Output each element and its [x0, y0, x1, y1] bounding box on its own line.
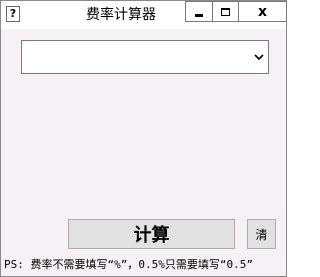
chevron-down-icon — [254, 54, 264, 61]
window-title: 费率计算器 — [86, 7, 156, 23]
calculate-button[interactable]: 计算 — [68, 219, 235, 249]
title-bar[interactable]: ? 费率计算器 x — [1, 1, 287, 29]
close-icon: x — [257, 3, 268, 20]
app-icon[interactable]: ? — [6, 6, 20, 22]
rate-select-dropdown[interactable] — [21, 40, 269, 74]
maximize-icon — [221, 7, 230, 16]
maximize-button[interactable] — [212, 1, 239, 22]
clear-button[interactable]: 清 — [247, 219, 276, 249]
close-button[interactable]: x — [238, 1, 287, 22]
app-window: ? 费率计算器 x 计算 清 PS: 费率不需要填写“%”，0.5%只需要填写“… — [0, 0, 287, 277]
minimize-button[interactable] — [185, 1, 213, 22]
hint-text: PS: 费率不需要填写“%”，0.5%只需要填写“0.5” — [4, 258, 253, 271]
minimize-icon — [195, 14, 203, 17]
